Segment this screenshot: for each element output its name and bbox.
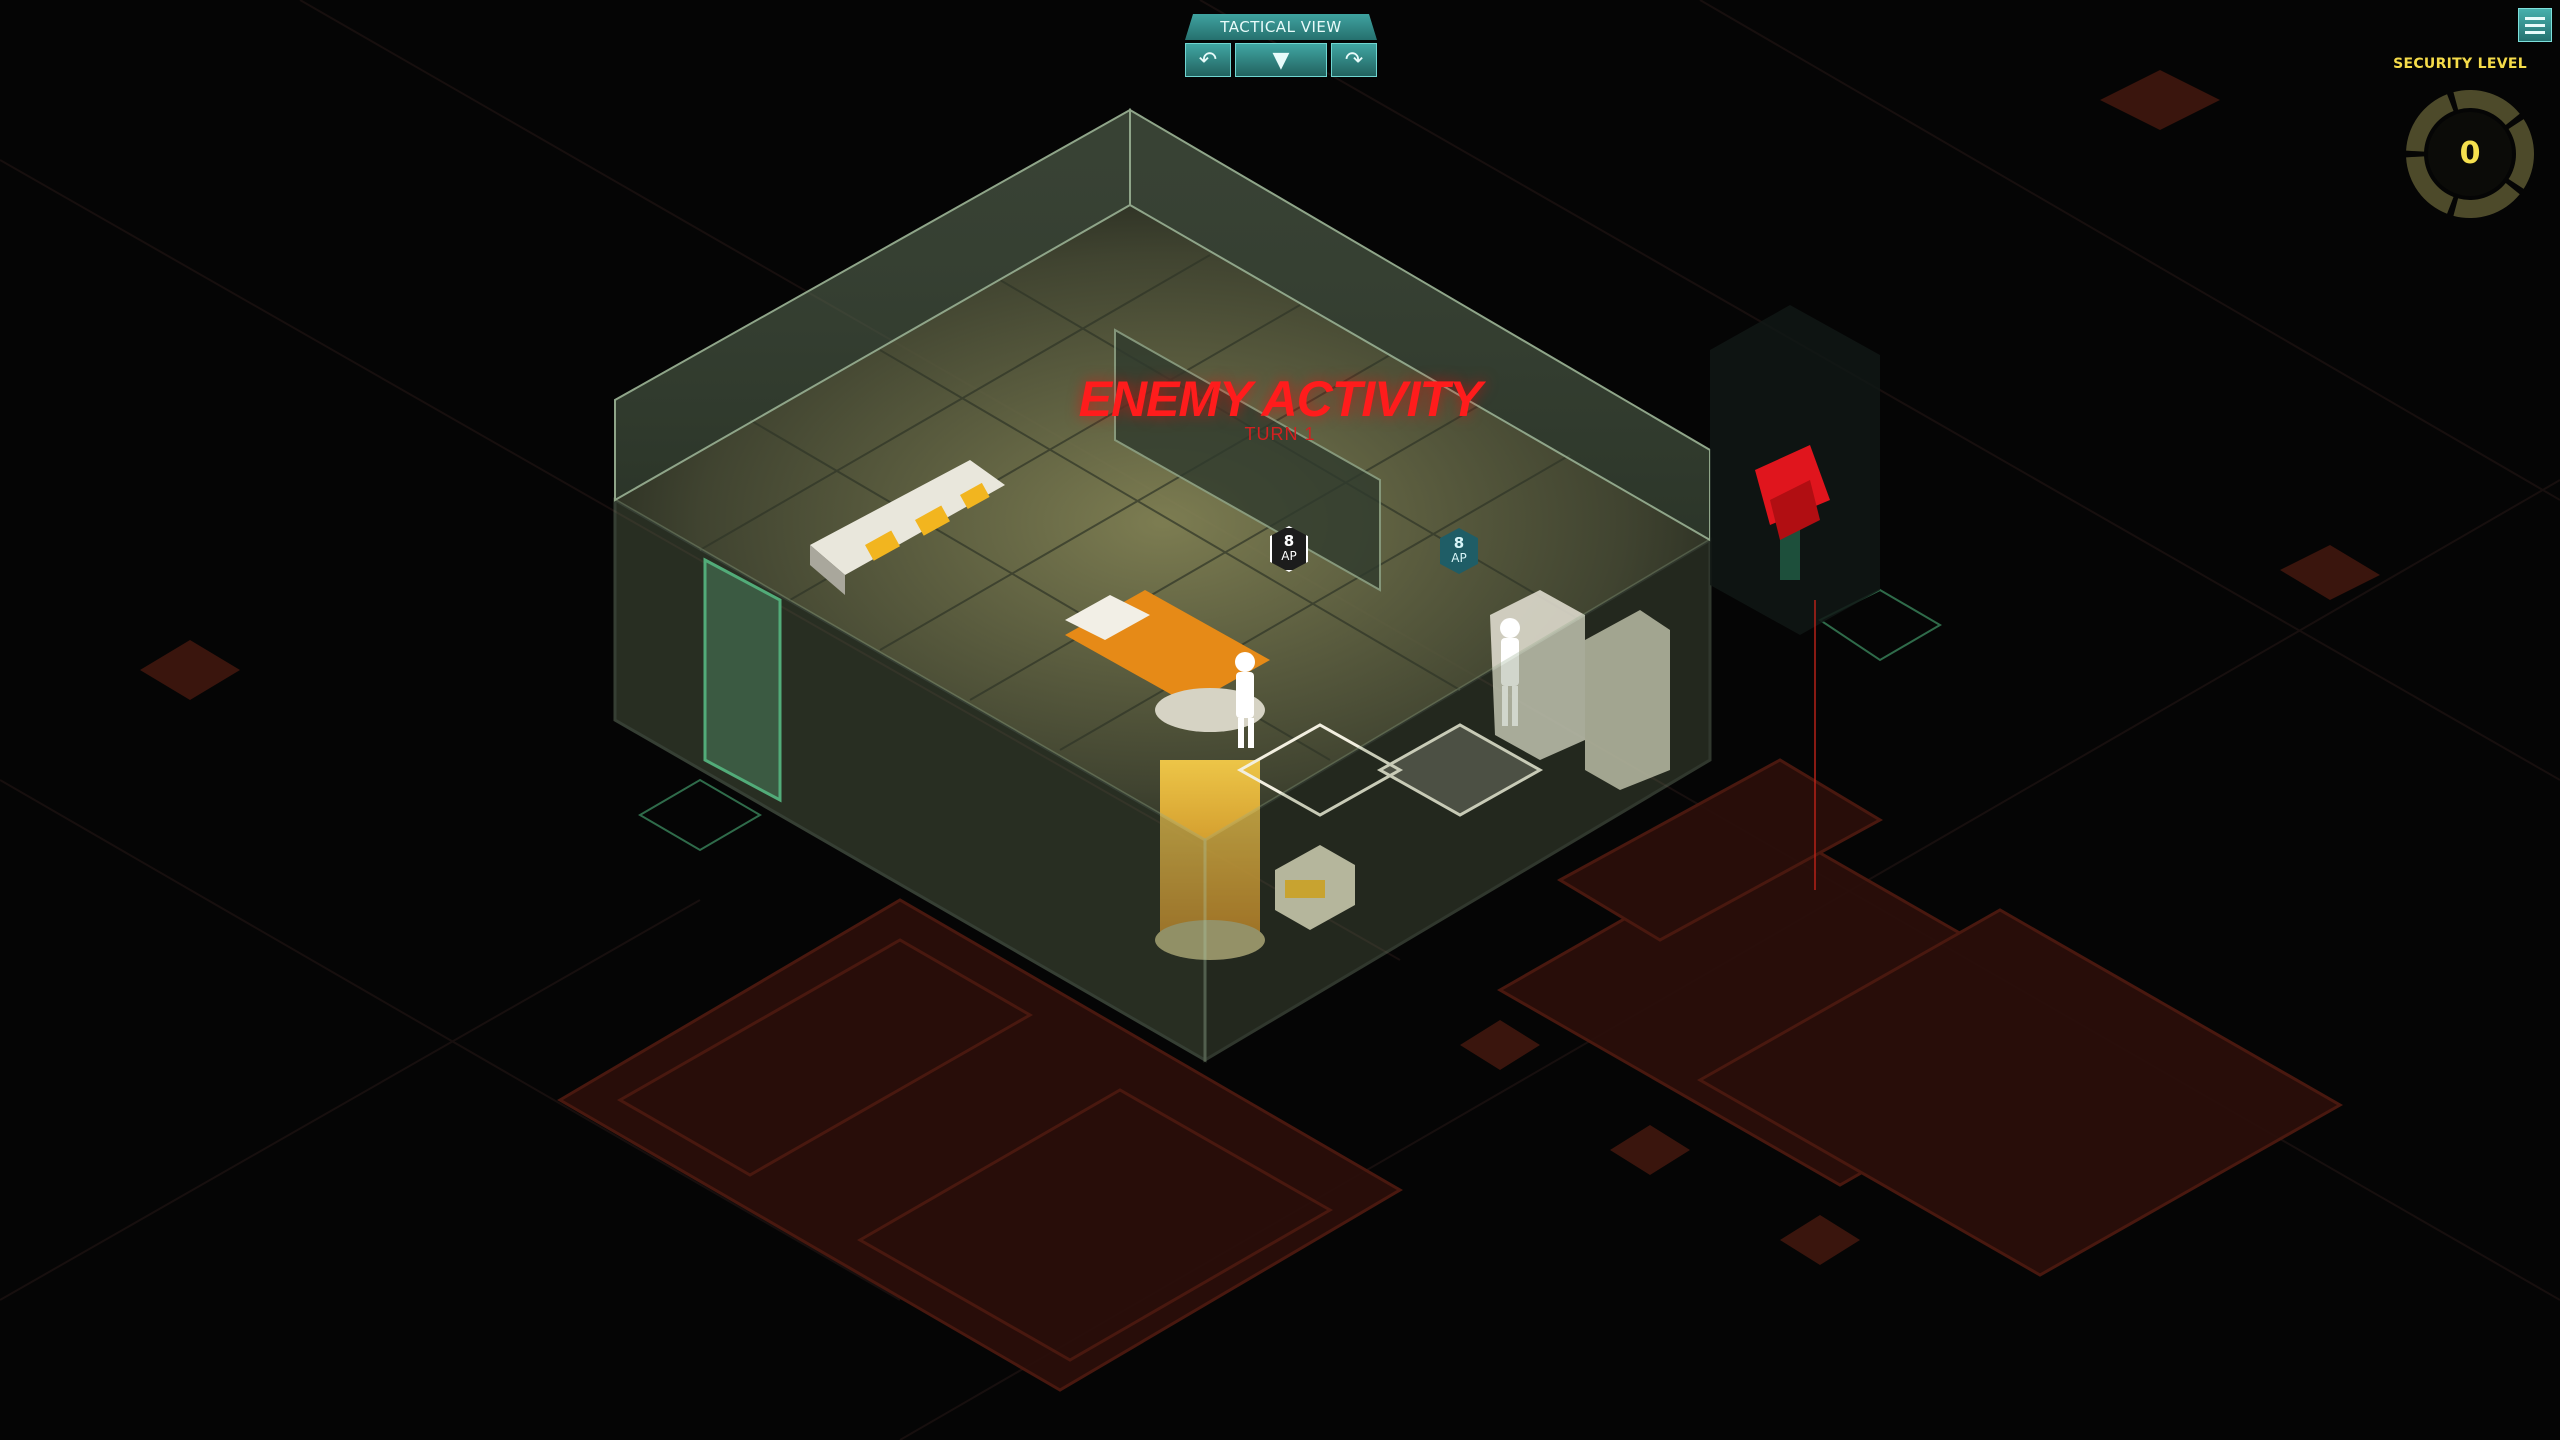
menu-button[interactable] <box>2518 8 2552 42</box>
data-floor-right <box>1496 758 2344 1277</box>
rotate-left-icon: ↶ <box>1198 47 1218 73</box>
rotate-right-icon: ↷ <box>1344 47 1364 73</box>
tactical-view-widget: TACTICAL VIEW ↶ ▼ ↷ <box>1185 14 1377 82</box>
tactical-view-title: TACTICAL VIEW <box>1185 14 1377 40</box>
game-scene[interactable] <box>0 0 2560 1440</box>
security-level-label: SECURITY LEVEL <box>2393 56 2527 72</box>
rotate-right-button[interactable]: ↷ <box>1331 43 1377 77</box>
hamburger-menu-icon <box>2525 16 2545 20</box>
tactical-view-toggle-button[interactable]: ▼ <box>1235 43 1327 77</box>
security-camera[interactable] <box>1710 305 1880 635</box>
security-level-dial: 0 <box>2400 84 2540 224</box>
ap-label: AP <box>1281 549 1297 563</box>
rotate-left-button[interactable]: ↶ <box>1185 43 1231 77</box>
ap-label: AP <box>1451 551 1467 565</box>
chevron-down-icon: ▼ <box>1272 47 1290 73</box>
security-level-value: 0 <box>2459 136 2481 171</box>
banner-title: ENEMY ACTIVITY <box>1078 371 1483 427</box>
ap-value: 8 <box>1453 534 1465 552</box>
ap-value: 8 <box>1283 532 1295 550</box>
enemy-activity-banner: ENEMY ACTIVITY TURN 1 <box>1040 370 1520 445</box>
